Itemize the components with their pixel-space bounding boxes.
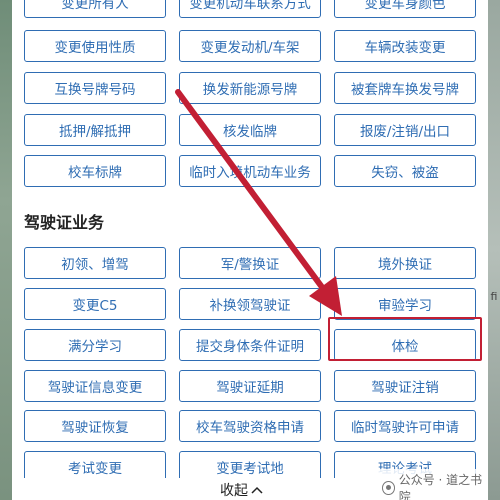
new-energy-plate-button[interactable]: 换发新能源号牌 xyxy=(179,72,321,104)
mortgage-button[interactable]: 抵押/解抵押 xyxy=(24,114,166,146)
temporary-entry-vehicle-button[interactable]: 临时入境机动车业务 xyxy=(179,155,321,187)
license-restore-button[interactable]: 驾驶证恢复 xyxy=(24,410,166,442)
license-row-0: 初领、增驾 军/警换证 境外换证 xyxy=(12,247,488,281)
collapse-button[interactable]: 收起 xyxy=(220,480,264,500)
license-info-change-button[interactable]: 驾驶证信息变更 xyxy=(24,370,166,402)
change-body-color-button[interactable]: 变更车身颜色 xyxy=(334,0,476,18)
chevron-up-icon xyxy=(251,486,263,494)
full-points-study-button[interactable]: 满分学习 xyxy=(24,329,166,361)
change-vehicle-contact-button[interactable]: 变更机动车联系方式 xyxy=(179,0,321,18)
section-title-license: 驾驶证业务 xyxy=(24,213,105,232)
change-c5-button[interactable]: 变更C5 xyxy=(24,288,166,320)
watermark-text: 公众号 · 道之书院 xyxy=(398,473,483,500)
vehicle-modification-button[interactable]: 车辆改装变更 xyxy=(334,30,476,62)
service-panel: 变更所有人 变更机动车联系方式 变更车身颜色 变更使用性质 变更发动机/车架 车… xyxy=(12,0,488,500)
vehicle-row-1: 变更使用性质 变更发动机/车架 车辆改装变更 xyxy=(12,30,488,64)
school-bus-sign-button[interactable]: 校车标牌 xyxy=(24,155,166,187)
reissue-license-button[interactable]: 补换领驾驶证 xyxy=(179,288,321,320)
highlight-box xyxy=(328,317,482,361)
military-police-exchange-button[interactable]: 军/警换证 xyxy=(179,247,321,279)
license-row-3: 驾驶证信息变更 驾驶证延期 驾驶证注销 xyxy=(12,370,488,404)
swap-plate-number-button[interactable]: 互换号牌号码 xyxy=(24,72,166,104)
foreign-license-exchange-button[interactable]: 境外换证 xyxy=(334,247,476,279)
change-usage-button[interactable]: 变更使用性质 xyxy=(24,30,166,62)
map-label: fi xyxy=(490,290,498,303)
vehicle-row-4: 校车标牌 临时入境机动车业务 失窃、被盗 xyxy=(12,155,488,189)
submit-health-proof-button[interactable]: 提交身体条件证明 xyxy=(179,329,321,361)
first-license-button[interactable]: 初领、增驾 xyxy=(24,247,166,279)
review-study-button[interactable]: 审验学习 xyxy=(334,288,476,320)
temporary-plate-button[interactable]: 核发临牌 xyxy=(179,114,321,146)
change-owner-button[interactable]: 变更所有人 xyxy=(24,0,166,18)
license-extension-button[interactable]: 驾驶证延期 xyxy=(179,370,321,402)
school-bus-qualification-button[interactable]: 校车驾驶资格申请 xyxy=(179,410,321,442)
collapse-label: 收起 xyxy=(220,483,248,499)
cloned-plate-reissue-button[interactable]: 被套牌车换发号牌 xyxy=(334,72,476,104)
license-cancel-button[interactable]: 驾驶证注销 xyxy=(334,370,476,402)
map-background-left xyxy=(0,0,12,500)
vehicle-row-3: 抵押/解抵押 核发临牌 报废/注销/出口 xyxy=(12,114,488,148)
wechat-icon xyxy=(382,481,395,495)
scrap-cancel-export-button[interactable]: 报废/注销/出口 xyxy=(334,114,476,146)
license-row-4: 驾驶证恢复 校车驾驶资格申请 临时驾驶许可申请 xyxy=(12,410,488,444)
change-engine-frame-button[interactable]: 变更发动机/车架 xyxy=(179,30,321,62)
temporary-driving-permit-button[interactable]: 临时驾驶许可申请 xyxy=(334,410,476,442)
vehicle-row-2: 互换号牌号码 换发新能源号牌 被套牌车换发号牌 xyxy=(12,72,488,106)
map-background-right: fi xyxy=(488,0,500,500)
vehicle-row-0: 变更所有人 变更机动车联系方式 变更车身颜色 xyxy=(12,0,488,20)
theft-report-button[interactable]: 失窃、被盗 xyxy=(334,155,476,187)
watermark: 公众号 · 道之书院 xyxy=(378,469,488,500)
